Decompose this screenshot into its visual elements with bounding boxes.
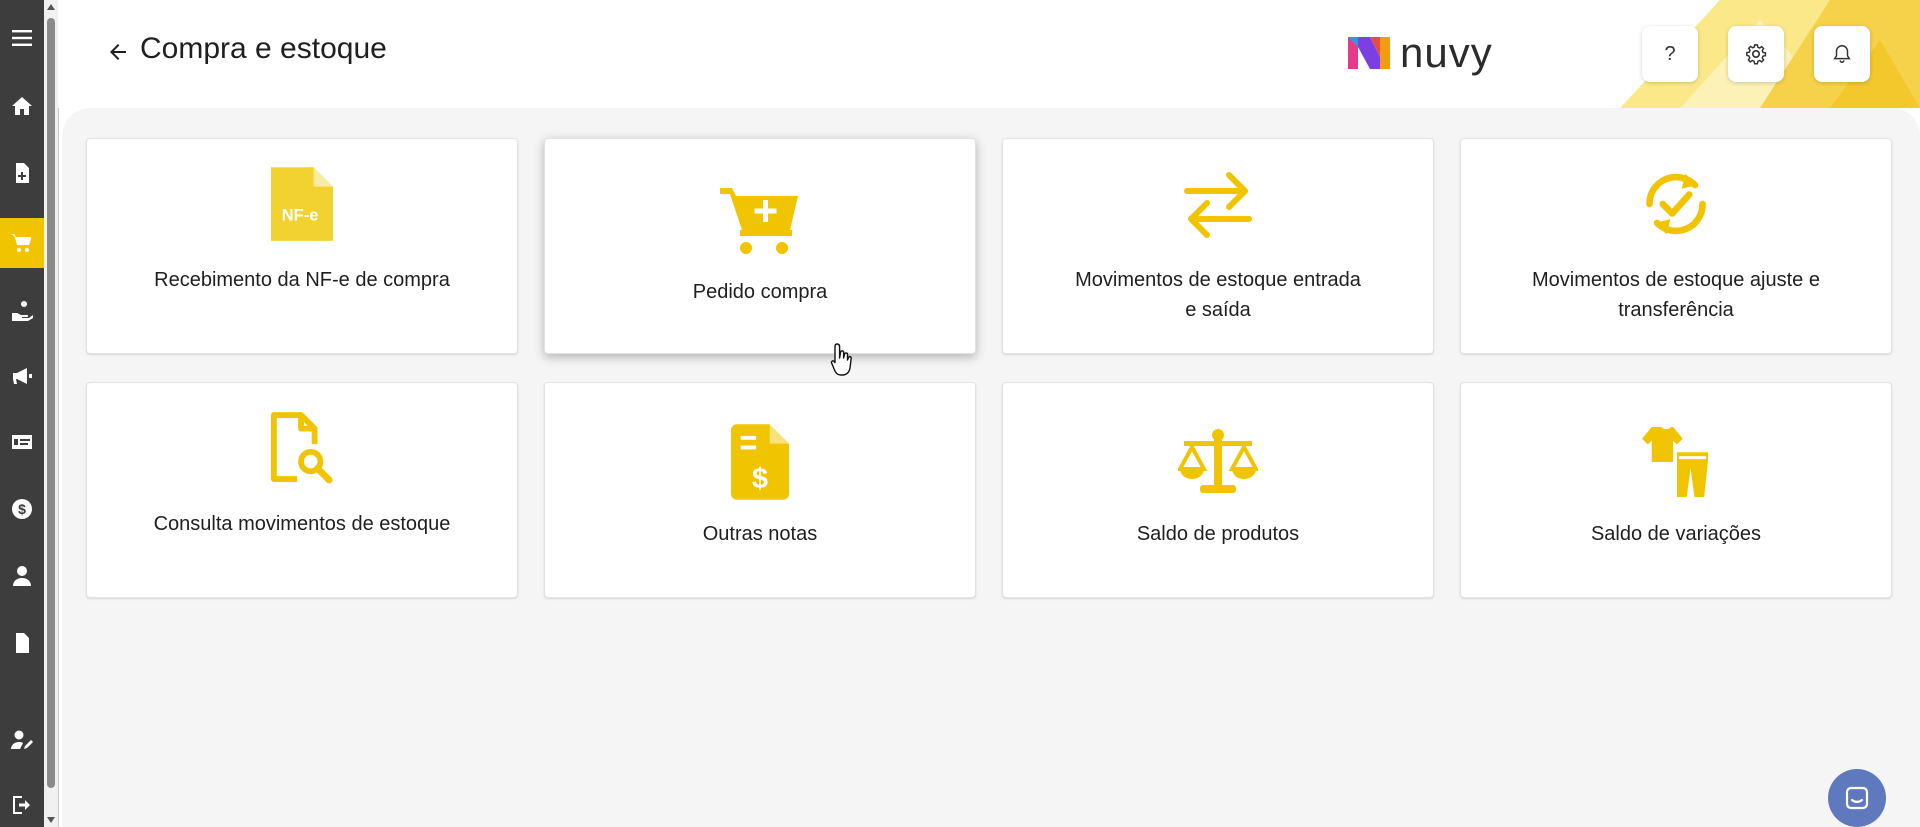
megaphone-icon[interactable] [0,354,44,398]
nfe-file-icon: NF-e [271,167,333,241]
svg-text:$: $ [752,463,768,495]
menu-icon[interactable] [0,16,44,60]
card-recebimento-nfe[interactable]: NF-e Recebimento da NF-e de compra [86,138,518,354]
svg-text:$: $ [18,501,26,517]
card-pedido-compra[interactable]: Pedido compra [544,138,976,354]
card-movimentos-ajuste-transferencia[interactable]: Movimentos de estoque ajuste e transferê… [1460,138,1892,354]
clothes-icon [1642,427,1709,497]
chat-icon [1845,786,1869,810]
card-label: Pedido compra [692,281,828,303]
bell-icon [1833,45,1851,63]
document-add-icon[interactable] [0,151,44,195]
notifications-button[interactable] [1814,26,1870,82]
sidebar: $ [0,0,44,827]
header: Compra e estoque nuvy ? [58,0,1920,108]
nuvy-logo-mark [1348,37,1390,69]
cart-icon[interactable] [0,218,44,268]
file-search-icon [270,412,333,484]
help-label: ? [1664,42,1676,65]
user-edit-icon[interactable] [0,718,44,762]
card-outras-notas[interactable]: $ Outras notas [544,382,976,598]
card-label: Movimentos de estoque ajuste e transferê… [1532,269,1820,321]
card-label: Saldo de produtos [1136,523,1300,545]
swap-arrows-icon [1184,172,1252,238]
logo-text: nuvy [1400,29,1493,76]
user-icon[interactable] [0,554,44,598]
cash-card-icon[interactable] [0,420,44,464]
card-label: Consulta movimentos de estoque [153,513,451,535]
card-saldo-variacoes[interactable]: Saldo de variações [1460,382,1892,598]
card-label: Recebimento da NF-e de compra [154,269,450,291]
logout-icon[interactable] [0,783,44,827]
dollar-coin-icon[interactable]: $ [0,487,44,531]
svg-text:NF-e: NF-e [282,206,319,224]
chat-launcher-button[interactable] [1828,769,1886,827]
scrollbar-thumb[interactable] [47,18,55,788]
scroll-up-arrow[interactable] [47,4,55,10]
hand-coins-icon[interactable] [0,288,44,332]
gear-icon [1746,44,1767,65]
nuvy-logo: nuvy [1346,32,1493,74]
page-title: Compra e estoque [140,32,387,65]
back-arrow-icon[interactable] [106,40,130,64]
card-label: Saldo de variações [1590,523,1762,545]
settings-button[interactable] [1728,26,1784,82]
invoice-dollar-icon: $ [731,424,789,500]
card-consulta-movimentos[interactable]: Consulta movimentos de estoque [86,382,518,598]
file-icon[interactable] [0,621,44,665]
scroll-down-arrow[interactable] [47,817,55,823]
scale-icon [1178,429,1258,493]
home-icon[interactable] [0,84,44,128]
sync-check-icon [1646,173,1706,235]
cart-plus-icon [720,188,798,254]
card-saldo-produtos[interactable]: Saldo de produtos [1002,382,1434,598]
card-label: Outras notas [702,523,818,545]
help-button[interactable]: ? [1642,26,1698,82]
sidebar-scrollbar[interactable] [44,0,59,827]
card-movimentos-entrada-saida[interactable]: Movimentos de estoque entrada e saída [1002,138,1434,354]
main-content: NF-e Recebimento da NF-e de compra Pedid… [62,108,1920,827]
card-label: Movimentos de estoque entrada e saída [1075,269,1361,321]
